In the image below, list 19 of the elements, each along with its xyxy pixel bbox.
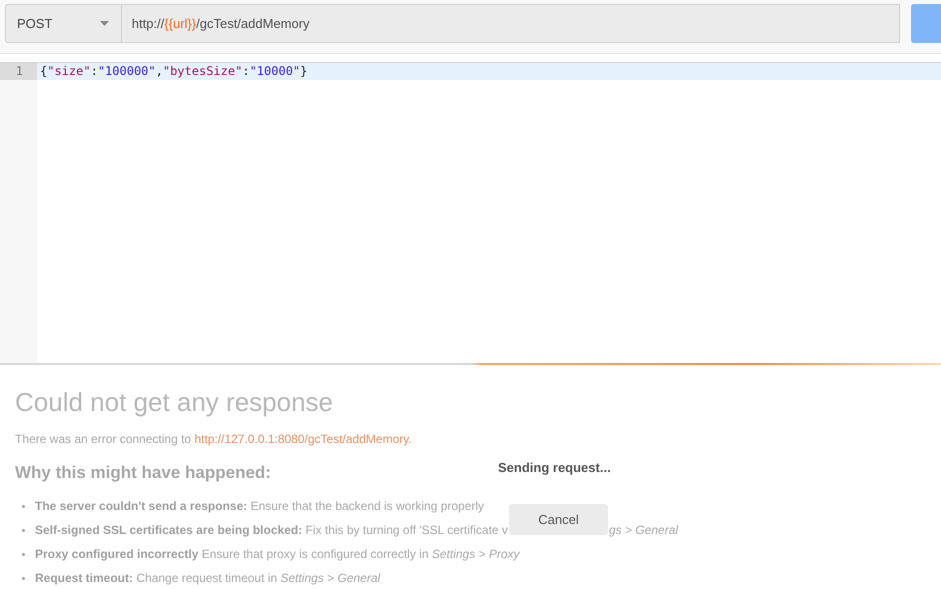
url-field[interactable]: http://{{url}}/gcTest/addMemory xyxy=(120,4,900,43)
bullet-dot xyxy=(22,528,25,532)
status-text: Sending request... xyxy=(498,460,611,475)
line-number: 1 xyxy=(0,63,37,80)
bullet-dot xyxy=(22,576,25,580)
reasons-heading: Why this might have happened: xyxy=(15,463,271,483)
bullet-dot xyxy=(22,552,25,556)
reason-text: Self-signed SSL certificates are being blocked: Fix this by turning off 'SSL certificate v xyxy=(35,523,508,537)
error-title: Could not get any response xyxy=(15,387,334,418)
reason-text: Request timeout: Change request timeout in Settings > General xyxy=(35,571,380,585)
bullet-dot xyxy=(22,504,25,508)
method-dropdown[interactable]: POST xyxy=(5,4,121,43)
error-message: There was an error connecting to http://127.0.0.1:8080/gcTest/addMemory. xyxy=(15,432,412,446)
reason-text: Proxy configured incorrectly Ensure that proxy is configured correctly in Settings > Proxy xyxy=(35,547,520,561)
cancel-button[interactable]: Cancel xyxy=(509,504,608,535)
caret-icon xyxy=(100,21,109,26)
send-button[interactable] xyxy=(911,4,941,43)
reason-text: The server couldn't send a response: Ensure that the backend is working properly xyxy=(35,499,484,513)
reason-text: gs > General xyxy=(609,523,678,537)
